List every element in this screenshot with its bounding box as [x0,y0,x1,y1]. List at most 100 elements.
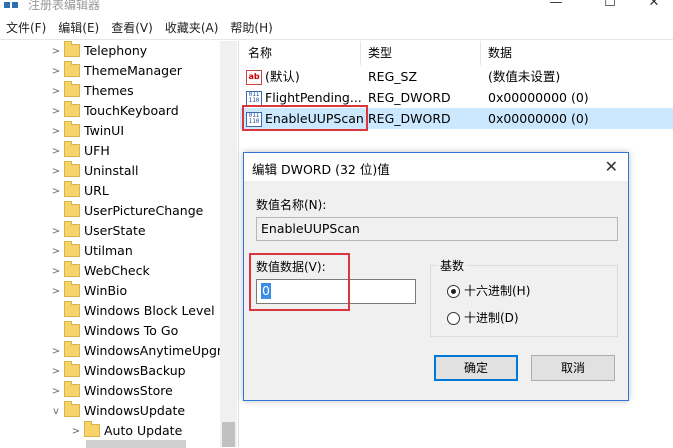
column-name[interactable]: 名称 [240,41,361,65]
tree-item-label: Utilman [84,243,133,258]
tree-item-label: WindowsBackup [84,363,186,378]
tree-item[interactable]: > TouchKeyboard [50,101,179,121]
chevron-right-icon[interactable]: > [50,162,62,182]
value-type: REG_DWORD [368,111,451,126]
chevron-right-icon[interactable]: > [50,102,62,122]
radio-decimal-label: 十进制(D) [464,311,519,325]
window-title: 注册表编辑器 [28,0,101,12]
folder-icon [64,241,80,257]
menu-bar: 文件(F) 编辑(E) 查看(V) 收藏夹(A) 帮助(H) [0,17,673,40]
value-name: (默认) [265,69,300,84]
radio-icon [447,285,460,298]
folder-icon [64,61,80,77]
app-regedit-icon [4,0,20,10]
folder-icon [84,421,100,437]
tree-item-label: UserPictureChange [84,203,204,218]
dialog-close-button[interactable]: ✕ [605,157,618,176]
maximize-button[interactable]: ☐ [587,0,633,12]
chevron-down-icon[interactable]: v [50,402,62,422]
chevron-right-icon[interactable]: > [50,262,62,282]
list-header: 名称 类型 数据 [240,41,673,65]
menu-help[interactable]: 帮助(H) [224,17,278,39]
tree-item[interactable]: Windows To Go [50,321,178,341]
tree-item[interactable]: > Uninstall [50,161,139,181]
tree-item[interactable]: > WindowsStore [50,381,173,401]
menu-view[interactable]: 查看(V) [105,17,159,39]
chevron-right-icon[interactable]: > [50,342,62,362]
highlight-box-row [242,105,368,131]
chevron-right-icon[interactable]: > [50,282,62,302]
cancel-button[interactable]: 取消 [531,355,615,381]
chevron-right-icon[interactable]: > [50,382,62,402]
value-name-field[interactable]: EnableUUPScan [256,217,618,241]
tree-scrollbar[interactable] [220,41,237,447]
folder-icon [64,341,80,357]
base-group: 基数 十六进制(H) 十进制(D) [430,257,618,337]
base-label: 基数 [437,257,468,274]
tree-item[interactable]: > Utilman [50,241,133,261]
menu-favorites[interactable]: 收藏夹(A) [159,17,225,39]
tree-item[interactable]: > Telephony [50,41,147,61]
tree-item[interactable]: Windows Block Level [50,301,215,321]
tree-item-label: UFH [84,143,110,158]
tree-item[interactable]: > WindowsBackup [50,361,186,381]
tree-item[interactable]: > URL [50,181,109,201]
value-name-label: 数值名称(N): [256,198,327,212]
folder-icon [64,161,80,177]
folder-icon [64,281,80,297]
tree-item[interactable]: > WindowsAnytimeUpgr [50,341,222,361]
chevron-right-icon[interactable]: > [50,82,62,102]
folder-icon [64,221,80,237]
registry-tree[interactable]: > Telephony > ThemeManager > Themes > TouchKeyb… [0,41,239,447]
column-data[interactable]: 数据 [480,41,673,65]
value-data: (数值未设置) [488,69,561,84]
radio-hex[interactable]: 十六进制(H) [447,283,530,299]
tree-item[interactable]: > ThemeManager [50,61,182,81]
binary-value-icon: 011 110 [246,91,262,106]
tree-item[interactable]: UserPictureChange [50,201,203,221]
folder-icon [64,41,80,57]
chevron-right-icon[interactable]: > [50,242,62,262]
string-value-icon: ab [246,70,262,85]
close-button[interactable]: ✕ [631,0,673,12]
ok-button[interactable]: 确定 [434,355,518,381]
folder-icon [64,321,80,337]
tree-item-label: Windows Block Level [84,303,215,318]
folder-icon [64,261,80,277]
tree-item[interactable]: > Auto Update [70,421,182,441]
folder-icon [64,301,80,317]
column-type[interactable]: 类型 [360,41,481,65]
tree-item[interactable]: > WebCheck [50,261,150,281]
chevron-right-icon[interactable]: > [50,62,62,82]
menu-edit[interactable]: 编辑(E) [52,17,105,39]
folder-icon [64,401,80,417]
tree-item-label: WindowsStore [84,383,173,398]
tree-item[interactable]: > TwinUI [50,121,124,141]
chevron-right-icon[interactable]: > [50,142,62,162]
chevron-right-icon[interactable]: > [50,122,62,142]
tree-item[interactable]: > UFH [50,141,110,161]
radio-decimal[interactable]: 十进制(D) [447,310,519,326]
tree-item[interactable]: > WinBio [50,281,127,301]
chevron-right-icon[interactable]: > [50,42,62,62]
list-row-default[interactable]: ab (默认) REG_SZ (数值未设置) [240,66,673,87]
value-name: FlightPending... [265,90,362,105]
folder-icon [64,381,80,397]
minimize-button[interactable]: — [533,0,579,12]
tree-item-label: TwinUI [84,123,125,138]
tree-item-label: Windows To Go [84,323,179,338]
tree-scrollbar-thumb[interactable] [222,422,235,447]
chevron-right-icon[interactable]: > [70,422,82,442]
value-data: 0x00000000 (0) [488,90,589,105]
chevron-right-icon[interactable]: > [50,362,62,382]
dialog-title: 编辑 DWORD (32 位)值 [252,162,390,177]
chevron-right-icon[interactable]: > [50,182,62,202]
tree-item[interactable]: v WindowsUpdate [50,401,185,421]
tree-item-label: WebCheck [84,263,150,278]
chevron-right-icon[interactable]: > [50,222,62,242]
tree-item-label: WinBio [84,283,128,298]
tree-item[interactable]: > UserState [50,221,146,241]
menu-file[interactable]: 文件(F) [0,17,52,39]
title-bar: 注册表编辑器 — ☐ ✕ [0,0,673,14]
tree-item[interactable]: > Themes [50,81,134,101]
